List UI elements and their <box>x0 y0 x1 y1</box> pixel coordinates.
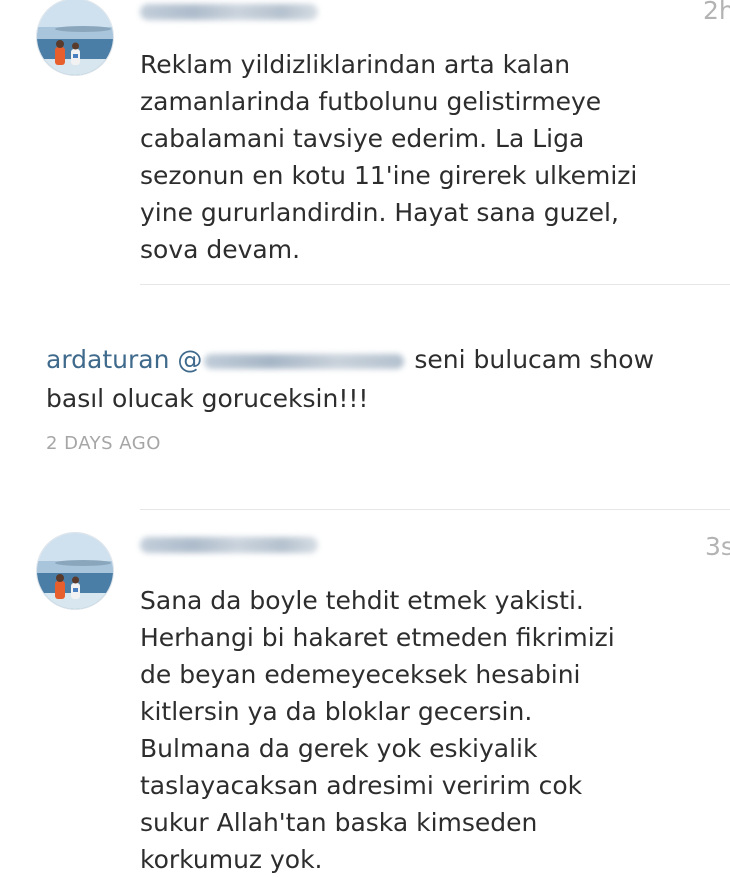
comment-line: taslayacaksan adresimi veririm cok <box>140 771 583 800</box>
reply-line-1: ardaturan @ seni bulucam show <box>46 340 654 379</box>
comment-timestamp: 2h <box>703 0 730 25</box>
comment-line: korkumuz yok. <box>140 845 323 874</box>
comment-line: sezonun en kotu 11'ine girerek ulkemizi <box>140 161 638 190</box>
commenter-username-blurred[interactable] <box>140 537 318 553</box>
comment-line: Bulmana da gerek yok eskiyalik <box>140 734 538 763</box>
comment-line: zamanlarinda futbolunu gelistirmeye <box>140 87 602 116</box>
comment-line: sova devam. <box>140 235 301 264</box>
section-divider <box>140 509 730 510</box>
reply-timestamp: 2 DAYS AGO <box>46 433 161 454</box>
comment-line: Sana da boyle tehdit etmek yakisti. <box>140 586 584 615</box>
comment-line: kitlersin ya da bloklar gecersin. <box>140 697 533 726</box>
beach-photo-avatar-icon <box>37 533 113 609</box>
comment-line: sukur Allah'tan baska kimseden <box>140 808 538 837</box>
comment-divider <box>140 284 730 285</box>
comment-line: Herhangi bi hakaret etmeden fikrimizi <box>140 623 615 652</box>
comment-line: de beyan edemeyeceksek hesabini <box>140 660 581 689</box>
comment-text: Sana da boyle tehdit etmek yakisti. Herh… <box>140 582 615 878</box>
reply-username[interactable]: ardaturan <box>46 345 169 374</box>
reply-text-line1: seni bulucam show <box>414 345 655 374</box>
comment-text: Reklam yildizliklarindan arta kalan zama… <box>140 46 637 268</box>
commenter-avatar[interactable] <box>36 0 114 76</box>
comment-line: cabalamani tavsiye ederim. La Liga <box>140 124 585 153</box>
reply-comment: ardaturan @ seni bulucam show basıl oluca… <box>46 340 654 418</box>
commenter-username-blurred[interactable] <box>140 4 318 20</box>
beach-photo-avatar-icon <box>37 0 113 75</box>
comment-timestamp: 3s <box>705 532 730 561</box>
comment-line: yine gururlandirdin. Hayat sana guzel, <box>140 198 619 227</box>
comment-line: Reklam yildizliklarindan arta kalan <box>140 50 571 79</box>
mention-username-blurred <box>204 353 405 369</box>
mention-prefix: @ <box>177 345 203 374</box>
mention-link[interactable]: @ <box>177 345 414 374</box>
reply-text-line2: basıl olucak goruceksin!!! <box>46 384 369 413</box>
commenter-avatar[interactable] <box>36 532 114 610</box>
